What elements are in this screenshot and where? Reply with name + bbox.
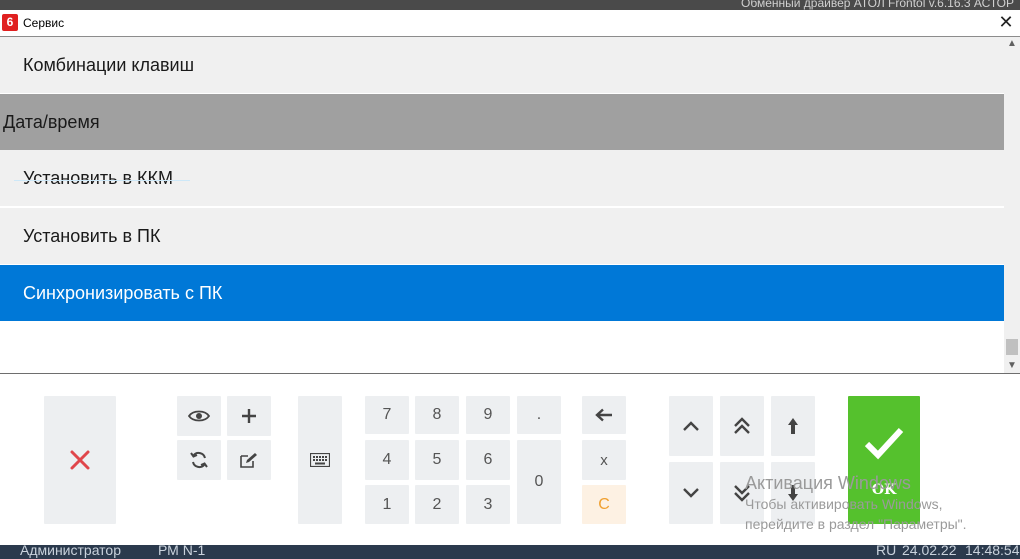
list-scrollbar[interactable]: ▲ ▼ — [1004, 37, 1020, 374]
close-icon[interactable]: ✕ — [998, 13, 1014, 31]
double-chevron-down-icon — [734, 485, 750, 502]
arrow-up-icon — [788, 418, 798, 434]
window-titlebar: 6 Сервис ✕ — [0, 10, 1020, 37]
chevron-up-icon — [683, 421, 699, 431]
cancel-x-icon — [70, 450, 90, 470]
clear-button[interactable]: C — [582, 485, 626, 524]
list-item-label: Установить в ПК — [23, 226, 161, 246]
digit-1-button[interactable]: 1 — [365, 485, 409, 524]
page-up-button[interactable] — [720, 396, 764, 456]
keyboard-icon — [310, 453, 330, 467]
digit-6-button[interactable]: 6 — [466, 440, 510, 480]
status-workstation: РМ N-1 — [158, 545, 206, 558]
ok-label: OK — [871, 482, 897, 498]
digit-2-button[interactable]: 2 — [415, 485, 459, 524]
status-date: 24.02.22 — [902, 545, 957, 558]
plus-icon — [242, 409, 256, 423]
list-item-key-combinations[interactable]: Комбинации клавиш — [0, 37, 1004, 93]
view-button[interactable] — [177, 396, 221, 436]
up-button[interactable] — [669, 396, 713, 456]
refresh-button[interactable] — [177, 440, 221, 480]
status-lang: RU — [876, 545, 897, 558]
arrow-down-icon — [788, 485, 798, 501]
digit-3-button[interactable]: 3 — [466, 485, 510, 524]
cancel-button[interactable] — [44, 396, 116, 524]
list-item-label: Синхронизировать с ПК — [23, 283, 223, 303]
edit-button[interactable] — [227, 440, 271, 480]
list-item-set-in-pc[interactable]: Установить в ПК — [0, 208, 1004, 264]
list-group-datetime: Дата/время — [0, 94, 1004, 150]
add-button[interactable] — [227, 396, 271, 436]
app-icon: 6 — [2, 14, 18, 31]
background-title-text: Обменный драйвер АТОЛ Frontol v.6.16.3 А… — [741, 0, 1014, 10]
background-app-titlebar: Обменный драйвер АТОЛ Frontol v.6.16.3 А… — [0, 0, 1020, 10]
service-menu-list: Комбинации клавиш Дата/время Установить … — [0, 37, 1004, 374]
keyboard-button[interactable] — [298, 396, 342, 524]
digit-9-button[interactable]: 9 — [466, 396, 510, 434]
digit-7-button[interactable]: 7 — [365, 396, 409, 434]
service-window: 6 Сервис ✕ Комбинации клавиш Дата/время … — [0, 10, 1020, 545]
refresh-icon — [190, 451, 208, 469]
scroll-thumb[interactable] — [1006, 339, 1018, 355]
edit-icon — [240, 453, 257, 468]
chevron-down-icon — [683, 488, 699, 498]
list-item-label: Установить в ККМ — [23, 168, 174, 188]
background-status-bar: Администратор РМ N-1 RU 24.02.22 14:48:5… — [0, 545, 1020, 559]
last-item-button[interactable] — [771, 462, 815, 524]
digit-8-button[interactable]: 8 — [415, 396, 459, 434]
checkmark-icon — [864, 427, 904, 460]
backspace-button[interactable] — [582, 396, 626, 434]
focus-indicator — [14, 180, 190, 181]
list-item-sync-with-pc[interactable]: Синхронизировать с ПК — [0, 265, 1004, 321]
multiply-button[interactable]: x — [582, 440, 626, 480]
first-item-button[interactable] — [771, 396, 815, 456]
double-chevron-up-icon — [734, 417, 750, 434]
status-time: 14:48:54 — [965, 545, 1020, 558]
scroll-up-icon[interactable]: ▲ — [1004, 37, 1020, 51]
scroll-down-icon[interactable]: ▼ — [1004, 358, 1020, 374]
keypad-divider — [0, 373, 1020, 374]
list-item-set-in-kkm[interactable]: Установить в ККМ — [0, 150, 1004, 206]
digit-5-button[interactable]: 5 — [415, 440, 459, 480]
page-down-button[interactable] — [720, 462, 764, 524]
status-user: Администратор — [20, 545, 122, 558]
list-item-label: Комбинации клавиш — [23, 55, 195, 75]
digit-4-button[interactable]: 4 — [365, 440, 409, 480]
digit-0-button[interactable]: 0 — [517, 440, 561, 524]
decimal-point-button[interactable]: . — [517, 396, 561, 434]
list-group-label: Дата/время — [3, 112, 100, 132]
arrow-left-icon — [595, 408, 612, 422]
ok-button[interactable]: OK — [848, 396, 920, 524]
eye-icon — [188, 410, 210, 422]
down-button[interactable] — [669, 462, 713, 524]
window-title: Сервис — [23, 16, 65, 30]
